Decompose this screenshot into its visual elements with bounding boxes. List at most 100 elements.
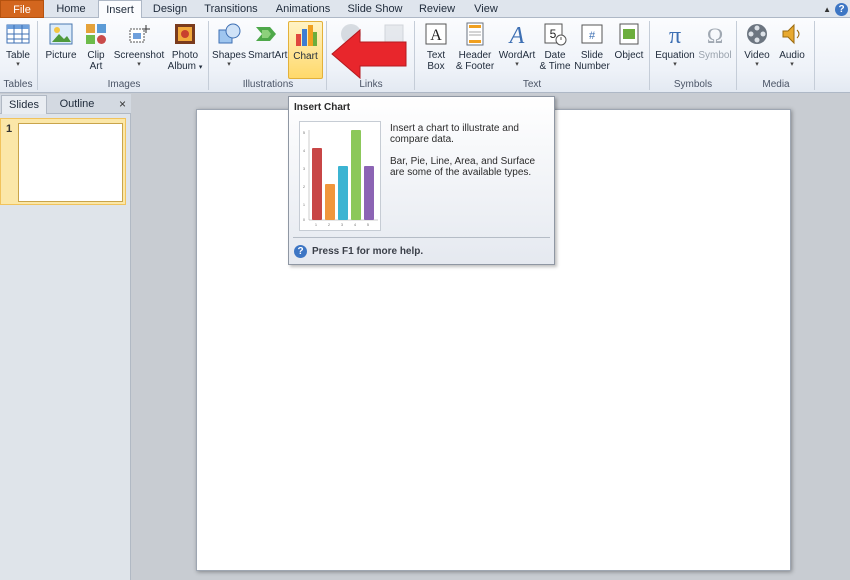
equation-dropdown-icon: ▾ (673, 61, 677, 68)
preview-bar-2 (325, 184, 335, 220)
svg-text:4: 4 (303, 149, 305, 153)
slide-thumbnail[interactable] (18, 123, 123, 202)
svg-text:#: # (589, 30, 596, 42)
svg-text:Ω: Ω (707, 23, 723, 47)
chart-label: Chart (293, 51, 318, 62)
svg-text:3: 3 (341, 223, 343, 227)
chart-preview-image: 5 4 3 2 1 0 1 2 3 4 5 (299, 121, 381, 231)
svg-text:4: 4 (354, 223, 356, 227)
picture-button[interactable]: Picture (42, 21, 80, 79)
preview-bar-1 (312, 148, 322, 220)
audio-button[interactable]: Audio ▾ (776, 21, 808, 79)
symbol-button[interactable]: Ω Symbol (698, 21, 732, 79)
group-divider (37, 21, 38, 90)
clip-art-label-1: Clip (87, 50, 105, 61)
wordart-icon: A (504, 21, 530, 49)
photo-album-dropdown-icon: ▾ (198, 64, 203, 71)
group-label-text: Text (522, 79, 542, 90)
group-label-media: Media (762, 79, 790, 90)
slide-number-icon: # (579, 21, 605, 47)
ribbon-tab-bar: File Home Insert Design Transitions Anim… (0, 0, 850, 19)
text-box-button[interactable]: A Text Box (420, 21, 452, 79)
header-footer-label-2: & Footer (455, 61, 495, 72)
group-divider (736, 21, 737, 90)
clip-art-button[interactable]: Clip Art (82, 21, 110, 79)
close-pane-icon[interactable]: × (119, 97, 126, 111)
svg-text:0: 0 (303, 218, 305, 222)
tab-transitions[interactable]: Transitions (198, 0, 264, 18)
svg-text:1: 1 (315, 223, 317, 227)
tooltip-divider (293, 237, 550, 238)
header-footer-button[interactable]: Header & Footer (454, 21, 496, 79)
tooltip-title: Insert Chart (294, 102, 351, 113)
group-divider (326, 21, 327, 90)
video-dropdown-icon: ▾ (755, 61, 759, 68)
svg-text:5: 5 (550, 27, 557, 41)
object-icon (616, 21, 642, 47)
table-label: Table (6, 50, 30, 61)
group-divider (649, 21, 650, 90)
wordart-label: WordArt (498, 50, 536, 61)
slide-thumbnail-row[interactable]: 1 (0, 118, 126, 205)
video-label: Video (744, 50, 770, 61)
object-button[interactable]: Object (612, 21, 646, 79)
tab-design[interactable]: Design (146, 0, 194, 18)
tab-review[interactable]: Review (412, 0, 462, 18)
table-icon (5, 21, 31, 47)
shapes-dropdown-icon: ▾ (227, 61, 231, 68)
tooltip-body: Insert a chart to illustrate and compare… (390, 123, 550, 189)
symbol-label: Symbol (698, 50, 732, 61)
wordart-button[interactable]: A WordArt ▾ (496, 21, 538, 79)
tooltip-help: ? Press F1 for more help. (294, 245, 423, 258)
tooltip-help-text: Press F1 for more help. (312, 246, 424, 257)
tab-view[interactable]: View (466, 0, 506, 18)
photo-album-button[interactable]: Photo Album ▾ (166, 21, 204, 79)
screenshot-label: Screenshot (113, 50, 165, 61)
text-box-icon: A (423, 21, 449, 47)
group-divider (814, 21, 815, 90)
date-time-label-2: & Time (539, 61, 571, 72)
help-icon[interactable]: ? (835, 2, 848, 16)
tab-home[interactable]: Home (48, 0, 94, 18)
red-arrow-annotation (331, 28, 407, 80)
header-footer-label-1: Header (458, 50, 492, 61)
table-button[interactable]: Table ▾ (2, 21, 34, 79)
speaker-icon (779, 21, 805, 47)
chart-icon (293, 22, 319, 48)
calendar-icon: 5 (542, 21, 568, 47)
screenshot-button[interactable]: Screenshot ▾ (113, 21, 165, 79)
group-divider (414, 21, 415, 90)
preview-bar-3 (338, 166, 348, 220)
equation-button[interactable]: π Equation ▾ (654, 21, 696, 79)
tab-insert[interactable]: Insert (98, 0, 142, 19)
clip-art-label-2: Art (89, 61, 103, 72)
svg-text:2: 2 (328, 223, 330, 227)
tab-animations[interactable]: Animations (268, 0, 338, 18)
video-button[interactable]: Video ▾ (741, 21, 773, 79)
smartart-label: SmartArt (248, 50, 288, 61)
tooltip-description: Insert a chart to illustrate and compare… (390, 123, 519, 145)
svg-text:5: 5 (303, 131, 305, 135)
object-label: Object (614, 50, 644, 61)
minimize-ribbon-icon[interactable]: ▲ (823, 5, 831, 14)
date-time-button[interactable]: 5 Date & Time (539, 21, 571, 79)
slide-number: 1 (6, 123, 13, 135)
tooltip-types-text: Bar, Pie, Line, Area, and Surface are so… (390, 156, 536, 178)
tab-slide-show[interactable]: Slide Show (342, 0, 408, 18)
svg-text:A: A (508, 23, 525, 47)
slide-number-label-1: Slide (580, 50, 604, 61)
tab-slides[interactable]: Slides (1, 95, 47, 114)
tab-outline[interactable]: Outline (51, 95, 103, 114)
smartart-button[interactable]: SmartArt (248, 21, 288, 79)
screenshot-dropdown-icon: ▾ (137, 61, 141, 68)
slides-pane: Slides Outline × 1 (0, 94, 131, 580)
slide-number-button[interactable]: # Slide Number (573, 21, 611, 79)
tab-file[interactable]: File (0, 0, 44, 18)
chart-button[interactable]: Chart (288, 21, 323, 79)
help-icon: ? (294, 245, 307, 258)
ribbon-controls: ▲ ? (823, 2, 848, 16)
group-label-illustrations: Illustrations (242, 79, 294, 90)
photo-album-icon (172, 21, 198, 47)
shapes-button[interactable]: Shapes ▾ (212, 21, 246, 79)
omega-icon: Ω (702, 21, 728, 48)
